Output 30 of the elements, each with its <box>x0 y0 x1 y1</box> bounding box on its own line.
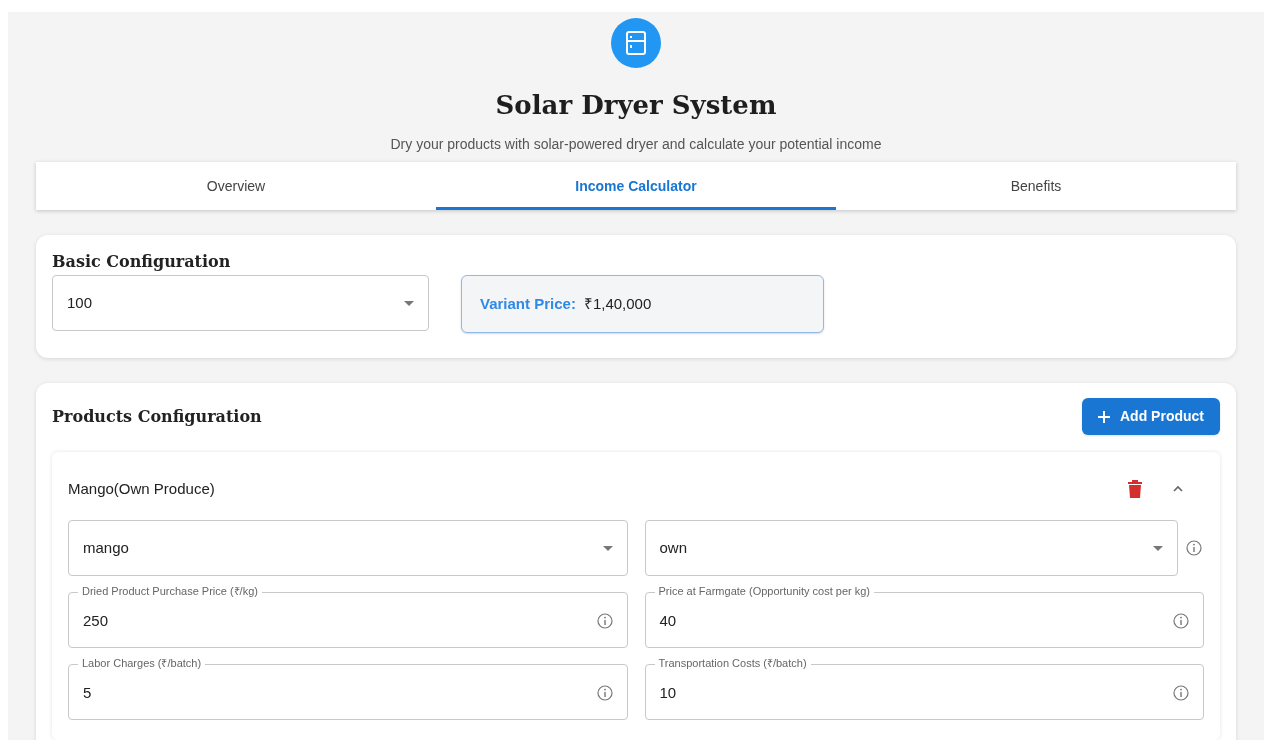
info-icon[interactable] <box>596 685 613 701</box>
field-label: Labor Charges (₹/batch) <box>78 657 206 670</box>
info-icon[interactable] <box>1173 685 1189 701</box>
dropdown-field[interactable]: mango <box>68 520 628 576</box>
chevron-icon[interactable] <box>1172 485 1184 493</box>
section-heading: Products Configuration <box>52 405 262 428</box>
variant-price-label: Variant Price: <box>480 293 576 314</box>
dropdown-arrow-icon <box>602 545 613 551</box>
product-name: Mango(Own Produce) <box>68 478 215 499</box>
section-heading: Basic Configuration <box>52 251 232 273</box>
plus-icon <box>1098 410 1110 423</box>
dropdown-arrow-icon <box>1153 545 1163 551</box>
info-icon[interactable] <box>1186 540 1202 556</box>
variant-price-value: ₹1,40,000 <box>583 293 652 314</box>
tab[interactable]: Overview <box>36 162 436 210</box>
info-icon[interactable] <box>1173 613 1189 629</box>
dryer-icon <box>611 18 661 68</box>
variant-select[interactable]: 100 <box>52 275 429 331</box>
tab[interactable]: Income Calculator <box>436 162 836 210</box>
dropdown-field[interactable]: own <box>644 520 1178 576</box>
page-subtitle: Dry your products with solar-powered dryer and calculate your potential income <box>390 135 882 154</box>
field-label: Transportation Costs (₹/batch) <box>654 657 811 670</box>
page-title: Solar Dryer System <box>495 89 777 122</box>
field-label: Dried Product Purchase Price (₹/kg) <box>78 585 262 598</box>
tab[interactable]: Benefits <box>836 162 1236 210</box>
dropdown-arrow-icon <box>404 300 414 306</box>
delete-icon[interactable] <box>1128 480 1142 498</box>
info-icon[interactable] <box>596 613 613 629</box>
field-label: Price at Farmgate (Opportunity cost per kg) <box>654 585 875 598</box>
add-product-button[interactable]: Add Product <box>1082 398 1220 435</box>
